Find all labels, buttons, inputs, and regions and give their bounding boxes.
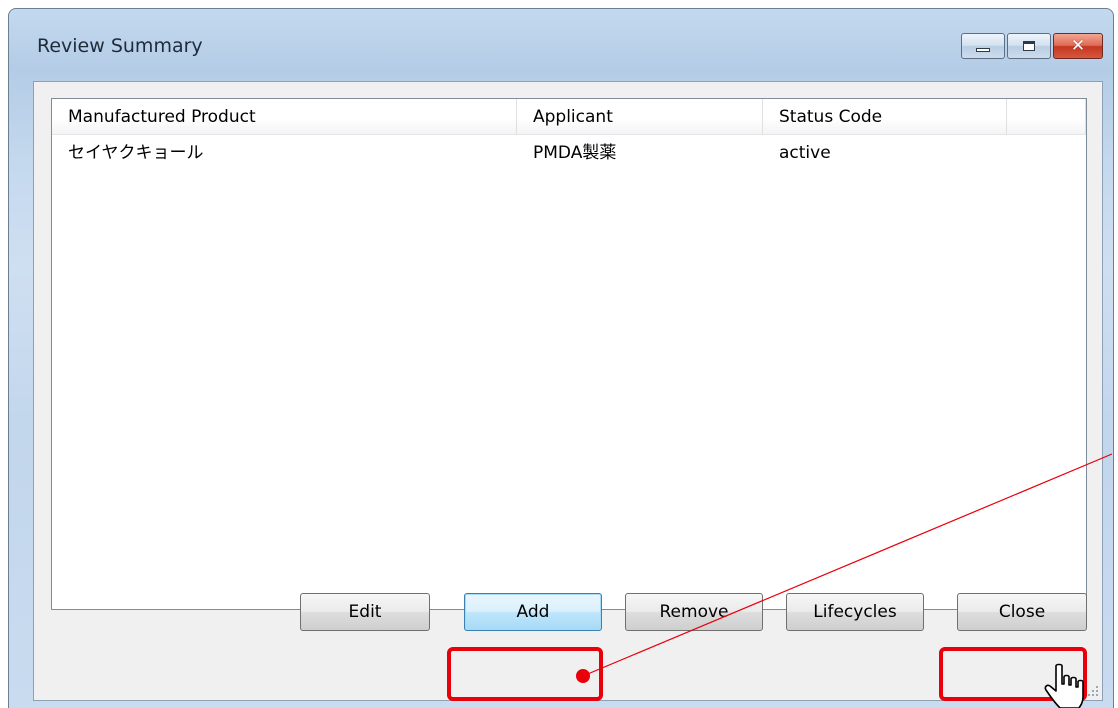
edit-button[interactable]: Edit bbox=[300, 593, 430, 631]
maximize-button[interactable] bbox=[1007, 33, 1051, 59]
review-list[interactable]: Manufactured Product Applicant Status Co… bbox=[51, 98, 1087, 610]
review-summary-window: Review Summary ✕ Manufactured Product Ap… bbox=[8, 8, 1114, 708]
remove-button[interactable]: Remove bbox=[625, 593, 763, 631]
dialog-content: Manufactured Product Applicant Status Co… bbox=[33, 81, 1103, 701]
list-header: Manufactured Product Applicant Status Co… bbox=[52, 99, 1086, 135]
cell-manufactured-product: セイヤクキョール bbox=[68, 143, 204, 163]
window-title: Review Summary bbox=[37, 35, 203, 57]
resize-grip-icon[interactable] bbox=[1086, 684, 1100, 698]
minimize-icon bbox=[976, 48, 990, 52]
close-button[interactable]: Close bbox=[957, 593, 1087, 631]
minimize-button[interactable] bbox=[961, 33, 1005, 59]
table-row[interactable]: セイヤクキョール PMDA製薬 active bbox=[52, 135, 1086, 171]
lifecycles-button[interactable]: Lifecycles bbox=[786, 593, 924, 631]
column-header-status-code[interactable]: Status Code bbox=[763, 99, 1007, 135]
cell-filler bbox=[1007, 135, 1086, 171]
window-close-button[interactable]: ✕ bbox=[1053, 33, 1103, 59]
maximize-icon bbox=[1023, 41, 1035, 51]
column-header-filler bbox=[1007, 99, 1086, 135]
window-controls: ✕ bbox=[961, 33, 1103, 59]
column-header-manufactured-product[interactable]: Manufactured Product bbox=[52, 99, 517, 135]
column-header-applicant[interactable]: Applicant bbox=[517, 99, 763, 135]
close-icon: ✕ bbox=[1070, 35, 1086, 56]
add-button[interactable]: Add bbox=[464, 593, 602, 631]
cell-applicant: PMDA製薬 bbox=[533, 143, 617, 163]
cell-status-code: active bbox=[779, 143, 831, 163]
